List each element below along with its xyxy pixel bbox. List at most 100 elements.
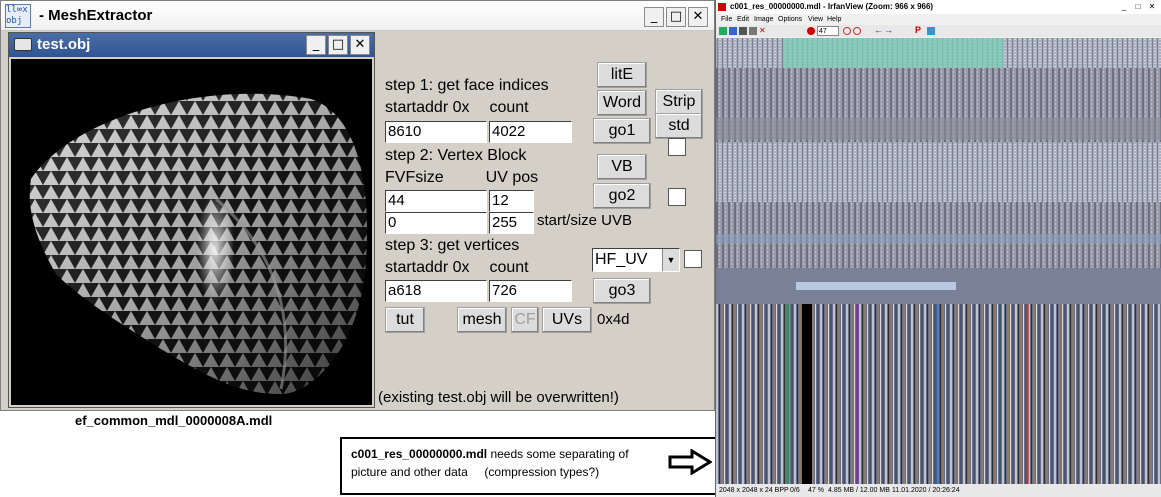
- irfanview-title: c001_res_00000000.mdl - IrfanView (Zoom:…: [730, 2, 934, 11]
- step1-startaddr-label: startaddr 0x: [385, 99, 470, 116]
- delete-icon[interactable]: ✕: [759, 27, 767, 35]
- step1-count-label: count: [489, 99, 529, 116]
- irfanview-window: c001_res_00000000.mdl - IrfanView (Zoom:…: [715, 0, 1161, 497]
- step1-heading: step 1: get face indices: [385, 77, 588, 99]
- std-checkbox[interactable]: [668, 138, 686, 156]
- mdl-filename-label: ef_common_mdl_0000008A.mdl: [75, 413, 273, 428]
- fvfsize-input[interactable]: 44: [385, 190, 487, 212]
- format-checkbox[interactable]: [684, 250, 702, 268]
- step2-fvfsize-label: FVFsize: [385, 169, 444, 186]
- hex-value-label: 0x4d: [597, 311, 630, 331]
- settings-icon[interactable]: [927, 27, 935, 35]
- strip-button[interactable]: Strip: [655, 89, 703, 115]
- step1-startaddr-input[interactable]: 8610: [385, 121, 487, 143]
- child-maximize-icon[interactable]: □: [328, 35, 348, 55]
- texture-noise-svg: [716, 38, 1161, 484]
- menu-view[interactable]: View: [808, 14, 823, 25]
- menu-help[interactable]: Help: [827, 14, 841, 25]
- child-window-title: test.obj: [37, 36, 91, 53]
- print-icon[interactable]: [749, 27, 757, 35]
- go2-button[interactable]: go2: [593, 183, 651, 209]
- title-prefix: -: [39, 7, 49, 24]
- thumbnails-icon[interactable]: [729, 27, 737, 35]
- child-close-icon[interactable]: ✕: [350, 35, 370, 55]
- cf-button[interactable]: CF: [511, 307, 539, 333]
- format-dropdown[interactable]: HF_UV ▼: [592, 248, 680, 272]
- note-text-line2: picture and other data (compression type…: [351, 465, 600, 479]
- child-minimize-icon[interactable]: _: [306, 35, 326, 55]
- start-size-uvb-label: start/size UVB: [537, 212, 633, 234]
- close-icon[interactable]: ✕: [688, 7, 708, 27]
- tut-button[interactable]: tut: [385, 307, 425, 333]
- irfanview-logo-icon: [718, 3, 726, 11]
- uvb-size-input[interactable]: 255: [489, 212, 534, 234]
- obj-viewer-window: test.obj _ □ ✕: [8, 32, 375, 408]
- mesh-button[interactable]: mesh: [457, 307, 507, 333]
- save-icon[interactable]: [739, 27, 747, 35]
- main-window-title: MeshExtractor: [48, 7, 153, 24]
- irfanview-toolbar: ✕ 47 ← → P: [716, 25, 1161, 37]
- paint-icon[interactable]: P: [915, 25, 921, 36]
- app-logo-icon: ll∞x obj: [5, 4, 31, 28]
- info-icon[interactable]: [807, 27, 815, 35]
- main-title-bar[interactable]: ll∞x obj - MeshExtractor _ □ ✕: [1, 1, 714, 31]
- format-dropdown-value: HF_UV: [595, 251, 648, 268]
- vb-button[interactable]: VB: [597, 154, 647, 180]
- uvs-button[interactable]: UVs: [542, 307, 592, 333]
- step2-uvpos-label: UV pos: [485, 169, 539, 186]
- open-icon[interactable]: [719, 27, 727, 35]
- status-date: 11.01.2020 / 20:26:24: [892, 487, 960, 494]
- step1-count-input[interactable]: 4022: [489, 121, 572, 143]
- irfanview-status-bar: 2048 x 2048 x 24 BPP 0/6 47 % 4.85 MB / …: [716, 484, 1161, 497]
- irf-minimize-icon[interactable]: _: [1118, 0, 1130, 14]
- note-filename: c001_res_00000000.mdl: [351, 447, 488, 461]
- window-icon: [14, 38, 32, 51]
- step3-labels: startaddr 0x count: [385, 259, 586, 281]
- menu-file[interactable]: File: [721, 14, 732, 25]
- annotation-box: c001_res_00000000.mdl needs some separat…: [340, 437, 718, 495]
- status-dimensions: 2048 x 2048 x 24 BPP: [719, 487, 789, 494]
- irfanview-title-bar[interactable]: c001_res_00000000.mdl - IrfanView (Zoom:…: [716, 0, 1161, 14]
- zoom-out-icon[interactable]: [853, 27, 861, 35]
- go1-button[interactable]: go1: [593, 118, 651, 144]
- step2-labels: FVFsize UV pos: [385, 169, 586, 191]
- step2-heading: step 2: Vertex Block: [385, 147, 586, 169]
- uvpos-input[interactable]: 12: [489, 190, 534, 212]
- mesh-render-canvas[interactable]: [11, 59, 372, 405]
- menu-image[interactable]: Image: [754, 14, 773, 25]
- menu-edit[interactable]: Edit: [737, 14, 749, 25]
- minimize-icon[interactable]: _: [644, 7, 664, 27]
- next-icon[interactable]: →: [884, 25, 893, 36]
- menu-options[interactable]: Options: [778, 14, 802, 25]
- irf-close-icon[interactable]: ✕: [1146, 0, 1158, 14]
- go3-button[interactable]: go3: [593, 278, 651, 304]
- step3-startaddr-input[interactable]: a618: [385, 280, 487, 302]
- word-button[interactable]: Word: [597, 90, 647, 116]
- mesh-extractor-window: ll∞x obj - MeshExtractor _ □ ✕ test.obj …: [0, 0, 715, 411]
- status-zoom: 47 %: [808, 487, 824, 494]
- zoom-combo[interactable]: 47: [817, 26, 839, 36]
- step1-labels: startaddr 0x count: [385, 99, 588, 121]
- maximize-icon[interactable]: □: [666, 7, 686, 27]
- previous-icon[interactable]: ←: [874, 25, 883, 36]
- irf-maximize-icon[interactable]: □: [1132, 0, 1144, 14]
- lite-button[interactable]: litE: [597, 62, 647, 88]
- std-button[interactable]: std: [655, 113, 703, 139]
- uvb-start-input[interactable]: 0: [385, 212, 487, 234]
- step3-heading: step 3: get vertices: [385, 237, 586, 259]
- note-text-line1: needs some separating of: [487, 447, 629, 461]
- overwrite-warning: (existing test.obj will be overwritten!): [378, 389, 677, 409]
- zoom-in-icon[interactable]: [843, 27, 851, 35]
- step3-count-label: count: [489, 259, 529, 276]
- status-index: 0/6: [790, 487, 800, 494]
- mesh-render-svg: [29, 93, 367, 395]
- chevron-down-icon[interactable]: ▼: [662, 249, 679, 271]
- step3-startaddr-label: startaddr 0x: [385, 259, 470, 276]
- decoded-texture-image[interactable]: [716, 38, 1161, 484]
- step3-count-input[interactable]: 726: [489, 280, 572, 302]
- child-title-bar[interactable]: test.obj _ □ ✕: [9, 33, 374, 57]
- go2-checkbox[interactable]: [668, 188, 686, 206]
- arrow-right-icon: [668, 449, 712, 475]
- irfanview-menu-bar: File Edit Image Options View Help: [716, 14, 1161, 25]
- status-memory: 4.85 MB / 12.00 MB: [828, 487, 890, 494]
